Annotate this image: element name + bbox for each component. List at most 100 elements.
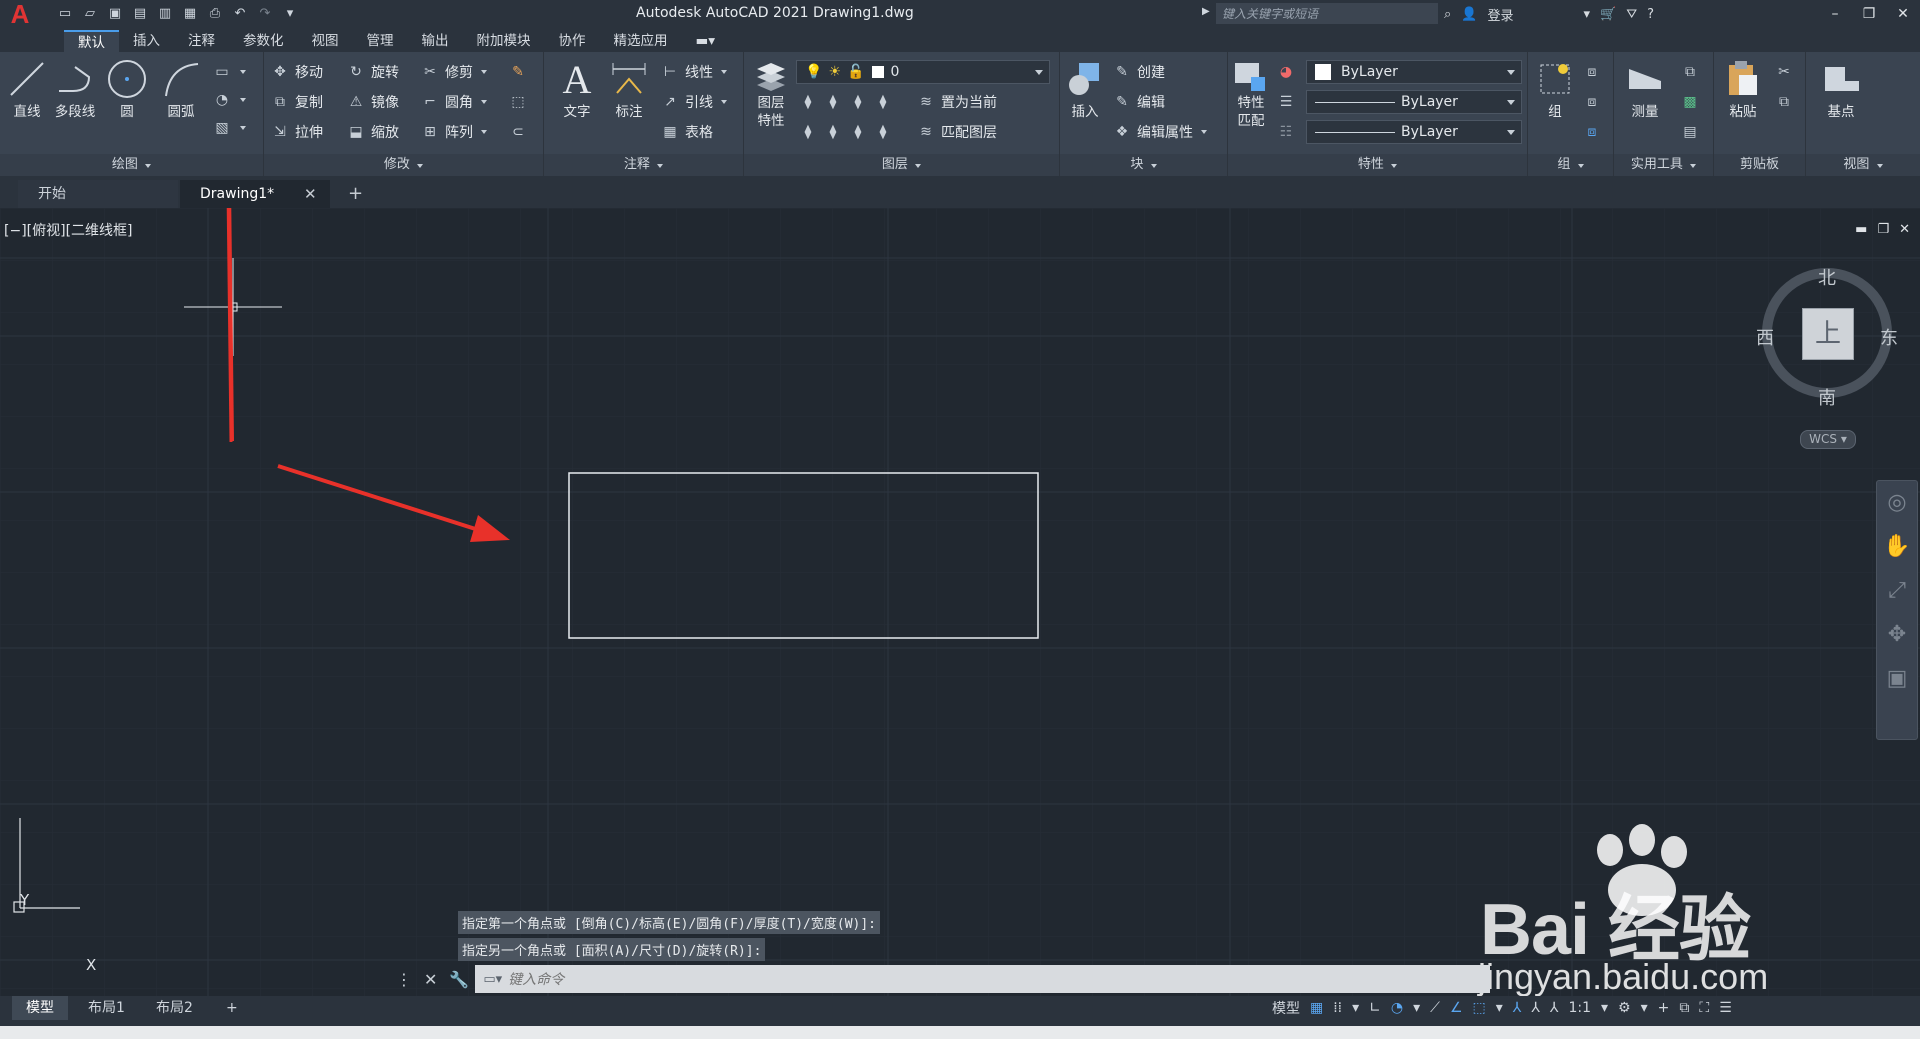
annotation-visibility-icon[interactable]: ⅄ <box>1513 1000 1522 1016</box>
tab-annotate[interactable]: 注释 <box>174 30 229 52</box>
layer-unlock-icon[interactable]: ⧫ <box>873 122 893 142</box>
modify-panel-title[interactable]: 修改 <box>264 154 543 176</box>
ortho-toggle-icon[interactable]: ∟ <box>1369 1000 1381 1016</box>
showmotion-icon[interactable]: ▣ <box>1877 657 1917 701</box>
offset-button[interactable]: ⊂ <box>508 120 528 144</box>
redo-icon[interactable]: ↷ <box>256 6 274 22</box>
auto-scale-icon[interactable]: ⅄ <box>1531 1000 1540 1016</box>
close-icon[interactable]: ✕ <box>1886 0 1920 28</box>
tab-collaborate[interactable]: 协作 <box>545 30 600 52</box>
layout-tab-model[interactable]: 模型 <box>12 996 68 1020</box>
tab-output[interactable]: 输出 <box>408 30 463 52</box>
autocad-logo[interactable]: A <box>0 0 40 29</box>
erase-button[interactable]: ✎ <box>508 60 528 84</box>
pan-hand-icon[interactable]: ✋ <box>1877 525 1917 569</box>
rotate-button[interactable]: ↻ 旋转 <box>346 60 399 84</box>
trim-button[interactable]: ✂ 修剪 <box>420 60 487 84</box>
new-file-icon[interactable]: ▭ <box>56 6 74 22</box>
publish-icon[interactable]: ▥ <box>156 6 174 22</box>
save-as-icon[interactable]: ▤ <box>131 6 149 22</box>
copy-button[interactable]: ⧉ 复制 <box>270 90 323 114</box>
table-button[interactable]: ▦ 表格 <box>660 120 713 144</box>
user-icon[interactable]: 👤 <box>1461 7 1477 22</box>
layer-dropdown[interactable]: 💡 ☀ 🔓 0 <box>796 60 1050 84</box>
command-input[interactable] <box>508 971 1490 987</box>
login-link[interactable]: 登录 <box>1487 5 1513 24</box>
scale-button[interactable]: ⬓ 缩放 <box>346 120 399 144</box>
annotation-scale-icon[interactable]: ⅄ <box>1550 1000 1559 1016</box>
clean-screen-icon[interactable]: ⛶ <box>1699 1000 1709 1016</box>
utilities-panel-title[interactable]: 实用工具 <box>1614 154 1713 176</box>
select-all-icon[interactable]: ▩ <box>1680 90 1700 114</box>
dimension-button[interactable]: 标注 <box>608 58 650 120</box>
ungroup-icon[interactable]: ⧈ <box>1582 60 1602 84</box>
groups-panel-title[interactable]: 组 <box>1528 154 1613 176</box>
drag-handle-icon[interactable]: ⋮ <box>396 970 412 989</box>
stretch-button[interactable]: ⇲ 拉伸 <box>270 120 323 144</box>
set-current-button[interactable]: ≋ 置为当前 <box>916 90 997 114</box>
viewcube-top-face[interactable]: 上 <box>1802 308 1854 360</box>
move-button[interactable]: ✥ 移动 <box>270 60 323 84</box>
restore-icon[interactable]: ❐ <box>1852 0 1886 28</box>
recent-commands-icon[interactable]: ▭▾ <box>483 972 502 987</box>
search-expand-icon[interactable]: ▶ <box>1202 6 1210 17</box>
layer-lock-icon[interactable]: ⧫ <box>873 92 893 112</box>
print-icon[interactable]: ⎙ <box>206 6 224 22</box>
object-snap-dropdown-icon[interactable]: ▾ <box>1496 1000 1503 1016</box>
viewport-restore-icon[interactable]: ❐ <box>1877 222 1889 237</box>
compass-south[interactable]: 南 <box>1818 384 1836 410</box>
scale-dropdown-icon[interactable]: ▾ <box>1601 1000 1608 1016</box>
viewcube[interactable]: 上 北 南 东 西 <box>1756 268 1898 409</box>
measure-button[interactable]: 测量 <box>1624 58 1666 120</box>
snap-dropdown-icon[interactable]: ▾ <box>1352 1000 1359 1016</box>
orbit-icon[interactable]: ✥ <box>1877 613 1917 657</box>
workspace-dropdown-icon[interactable]: ▾ <box>1641 1000 1648 1016</box>
mirror-button[interactable]: ⚠ 镜像 <box>346 90 399 114</box>
open-folder-icon[interactable]: ▱ <box>81 6 99 22</box>
layer-properties-button[interactable]: 图层 特性 <box>750 58 792 130</box>
explode-button[interactable]: ⬚ <box>508 90 528 114</box>
search-icon[interactable]: ⌕ <box>1444 7 1451 22</box>
view-panel-title[interactable]: 视图 <box>1806 154 1920 176</box>
save-icon[interactable]: ▣ <box>106 6 124 22</box>
model-space-label[interactable]: 模型 <box>1272 998 1300 1018</box>
circle-button[interactable]: 圆 <box>106 58 148 120</box>
close-command-icon[interactable]: ✕ <box>424 970 437 989</box>
tab-parametric[interactable]: 参数化 <box>229 30 298 52</box>
copy-clip-icon[interactable]: ⧉ <box>1774 90 1794 114</box>
layer-off-icon[interactable]: ⧫ <box>798 92 818 112</box>
compass-north[interactable]: 北 <box>1818 264 1836 290</box>
block-panel-title[interactable]: 块 <box>1060 154 1227 176</box>
color-dropdown[interactable]: ByLayer <box>1306 60 1522 84</box>
workspace-gear-icon[interactable]: ⚙ <box>1618 1000 1631 1016</box>
tab-featured-apps[interactable]: 精选应用 <box>600 30 682 52</box>
layer-unisolate-icon[interactable]: ⧫ <box>823 122 843 142</box>
snap-toggle-icon[interactable]: ⁞⁞ <box>1333 1000 1342 1016</box>
group-select-icon[interactable]: ⧈ <box>1582 120 1602 144</box>
viewport-controls-label[interactable]: [−][俯视][二维线框] <box>4 220 133 240</box>
polyline-button[interactable]: 多段线 <box>54 58 96 120</box>
a360-icon[interactable]: ⛛ <box>1626 7 1637 22</box>
tab-manage[interactable]: 管理 <box>353 30 408 52</box>
cut-icon[interactable]: ✂ <box>1774 60 1794 84</box>
match-layer-button[interactable]: ≋ 匹配图层 <box>916 120 997 144</box>
isodraft-icon[interactable]: ⟋ <box>1430 1000 1440 1016</box>
quick-select-icon[interactable]: ⧉ <box>1680 60 1700 84</box>
calculator-icon[interactable]: ▤ <box>1680 120 1700 144</box>
customize-menu-icon[interactable]: ☰ <box>1719 1000 1732 1016</box>
group-button[interactable]: 组 <box>1534 58 1576 120</box>
create-block-button[interactable]: ✎ 创建 <box>1112 60 1165 84</box>
layer-freeze-icon[interactable]: ⧫ <box>848 92 868 112</box>
new-tab-icon[interactable]: + <box>348 180 363 208</box>
hatch-button[interactable]: ◔ <box>212 88 246 112</box>
linetype-dropdown[interactable]: ByLayer <box>1306 90 1522 114</box>
paste-button[interactable]: 粘贴 <box>1722 58 1764 120</box>
draw-more-button[interactable]: ▧ <box>212 116 246 140</box>
tab-view[interactable]: 视图 <box>298 30 353 52</box>
layout-tab-layout1[interactable]: 布局1 <box>74 996 139 1020</box>
insert-block-button[interactable]: 插入 <box>1064 58 1106 120</box>
text-button[interactable]: A 文字 <box>556 57 598 121</box>
steering-wheel-icon[interactable]: ◎ <box>1877 481 1917 525</box>
ribbon-toggle-icon[interactable]: ▬▾ <box>682 30 730 52</box>
polar-toggle-icon[interactable]: ◔ <box>1391 1000 1403 1016</box>
